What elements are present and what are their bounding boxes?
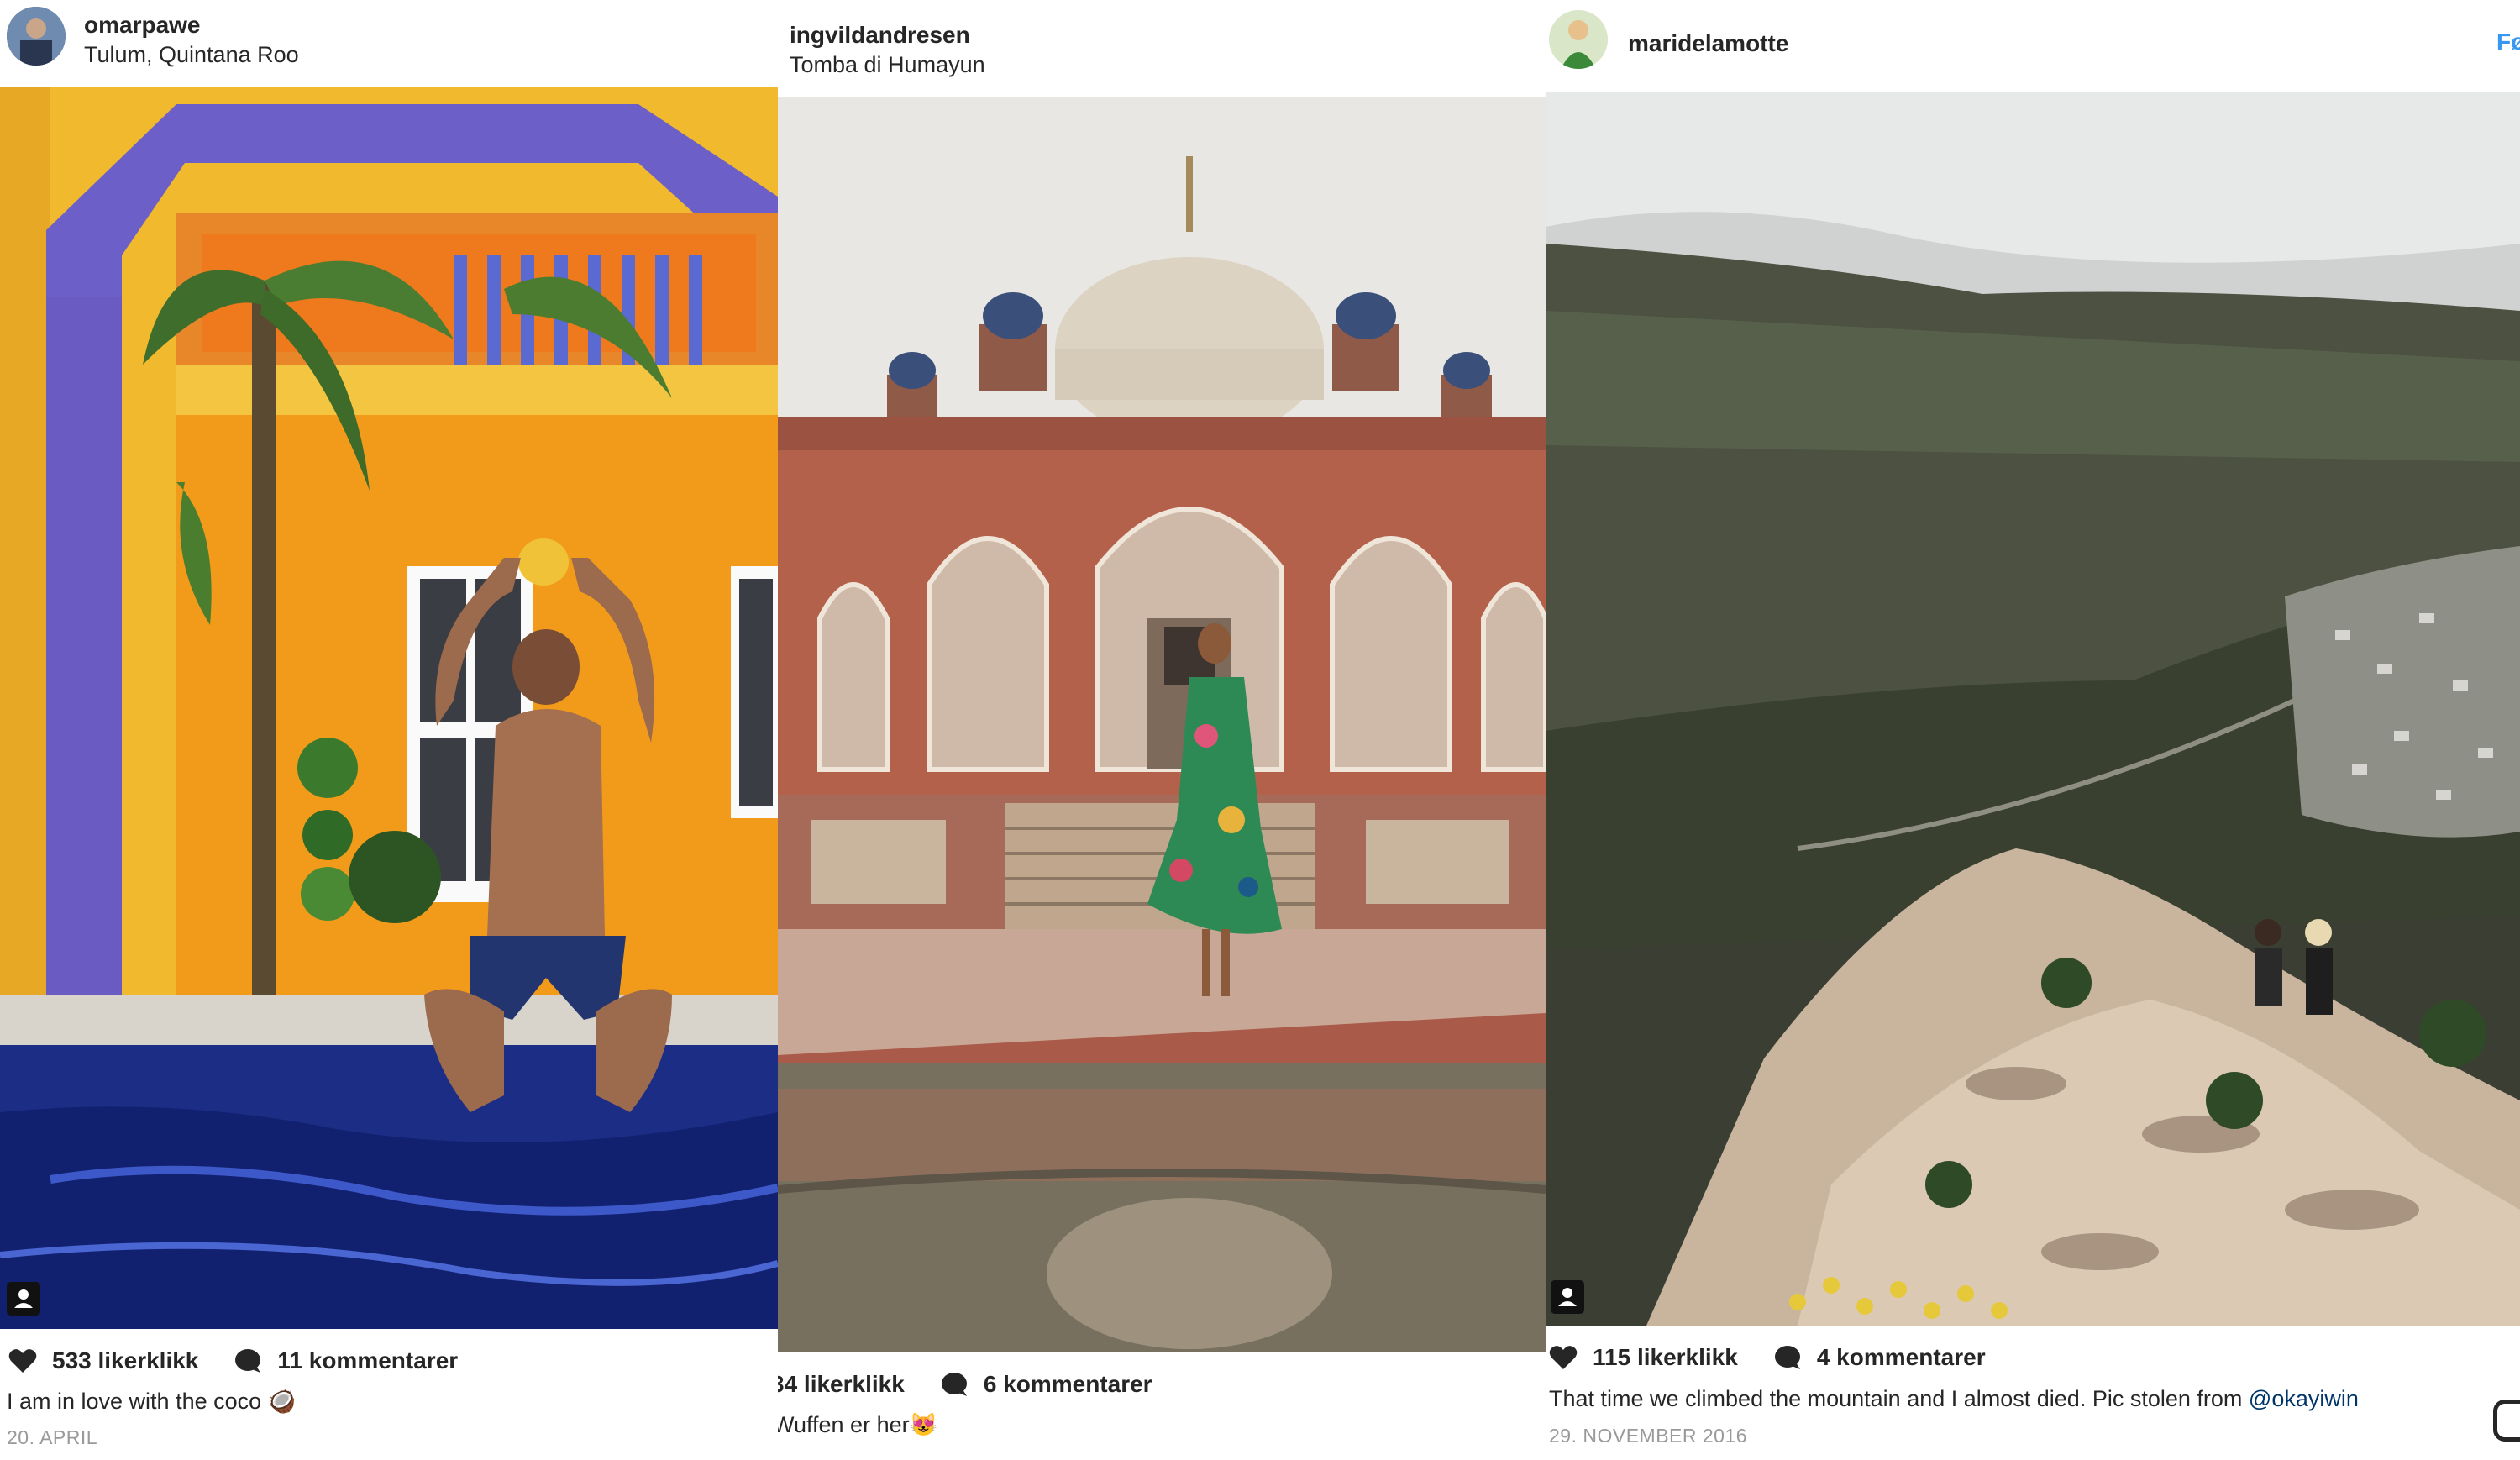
post-photo[interactable] bbox=[0, 87, 778, 1329]
mention-link[interactable]: @okayiwin bbox=[2249, 1386, 2359, 1411]
username[interactable]: omarpawe bbox=[84, 12, 201, 39]
user-tag-icon[interactable] bbox=[1551, 1280, 1584, 1314]
like-count[interactable]: 115 likerklikk bbox=[1593, 1344, 1738, 1371]
comment-count[interactable]: 11 kommentarer bbox=[277, 1347, 458, 1374]
avatar[interactable] bbox=[7, 7, 66, 66]
follow-button[interactable]: Følg bbox=[2496, 29, 2520, 55]
comment-icon[interactable] bbox=[234, 1347, 262, 1374]
comment-icon[interactable] bbox=[940, 1371, 969, 1398]
post-caption: I am in love with the coco 🥥 bbox=[7, 1389, 297, 1414]
comment-count[interactable]: 4 kommentarer bbox=[1817, 1344, 1986, 1371]
location-link[interactable]: Tulum, Quintana Roo bbox=[84, 42, 299, 68]
post-date[interactable]: 29. NOVEMBER 2016 bbox=[1549, 1425, 1747, 1447]
action-bar: 34 likerklikk 6 kommentarer bbox=[778, 1371, 1152, 1398]
comment-icon[interactable] bbox=[1773, 1344, 1802, 1371]
username[interactable]: ingvildandresen bbox=[790, 22, 970, 49]
instagram-icon[interactable] bbox=[2493, 1400, 2520, 1442]
action-bar: 533 likerklikk 11 kommentarer bbox=[8, 1347, 458, 1374]
post-caption: That time we climbed the mountain and I … bbox=[1549, 1386, 2359, 1412]
heart-icon[interactable] bbox=[1549, 1344, 1578, 1371]
caption-text: That time we climbed the mountain and I … bbox=[1549, 1386, 2243, 1411]
post-photo[interactable] bbox=[778, 97, 1546, 1352]
comment-count[interactable]: 6 kommentarer bbox=[984, 1371, 1152, 1398]
avatar[interactable] bbox=[1549, 10, 1608, 69]
post-omarpawe: omarpawe Tulum, Quintana Roo 533 likerkl… bbox=[0, 0, 778, 1460]
like-count[interactable]: 34 likerklikk bbox=[778, 1371, 905, 1398]
heart-icon[interactable] bbox=[8, 1347, 37, 1374]
action-bar: 115 likerklikk 4 kommentarer bbox=[1549, 1344, 1986, 1371]
post-ingvildandresen: ingvildandresen Tomba di Humayun 34 like… bbox=[778, 0, 1546, 1460]
post-date[interactable]: 20. APRIL bbox=[7, 1426, 97, 1449]
username[interactable]: maridelamotte bbox=[1628, 30, 1788, 57]
post-photo[interactable] bbox=[1546, 92, 2520, 1326]
location-link[interactable]: Tomba di Humayun bbox=[790, 52, 985, 78]
user-tag-icon[interactable] bbox=[7, 1282, 40, 1316]
like-count[interactable]: 533 likerklikk bbox=[52, 1347, 198, 1374]
post-maridelamotte: maridelamotte Følg bbox=[1546, 0, 2520, 1460]
post-caption: Wuffen er her😻 bbox=[778, 1412, 938, 1437]
